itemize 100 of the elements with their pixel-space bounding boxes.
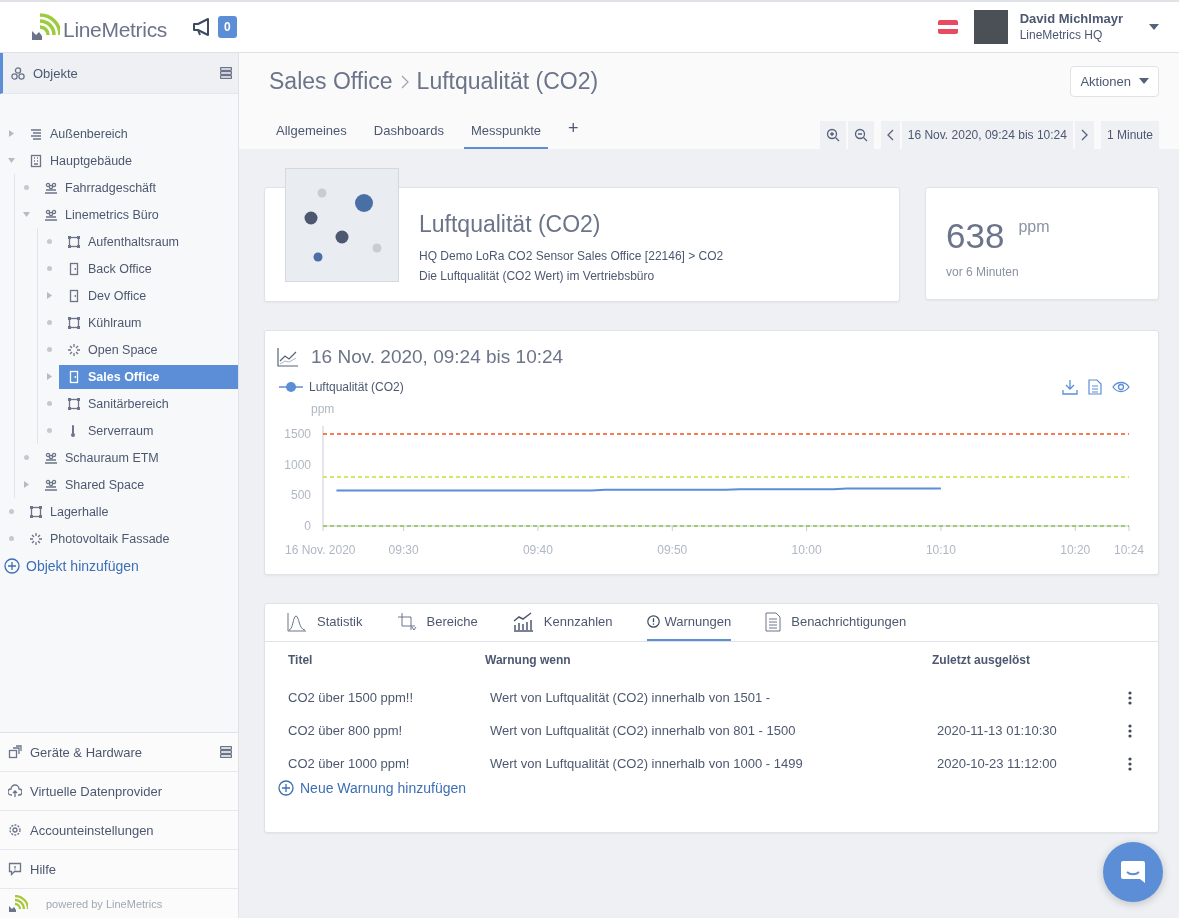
caret-right-icon[interactable] [23,481,30,488]
more-vertical-icon[interactable] [1128,690,1132,705]
axis-title: ppm [311,402,335,416]
column-header: Titel [288,653,314,669]
menu-icon[interactable] [220,67,232,79]
sidebar-nav-item[interactable]: Virtuelle Datenprovider [0,772,238,811]
sensor-source: HQ Demo LoRa CO2 Sensor Sales Office [22146] > CO2 [419,248,724,265]
room-icon [67,315,81,330]
document-icon[interactable] [1088,379,1102,395]
tree-item[interactable]: Lagerhalle [21,499,238,524]
powered-by-text: powered by LineMetrics [46,897,163,910]
y-tick-label: 0 [304,519,311,533]
tab[interactable]: Kennzahlen [511,604,613,641]
tree-item[interactable]: Außenbereich [21,121,238,146]
tab[interactable]: Messpunkte [463,116,549,149]
more-vertical-icon[interactable] [1128,723,1132,738]
flag-icon [937,20,958,34]
plus-circle-icon [4,558,20,574]
y-tick-label: 500 [290,488,311,503]
tab[interactable]: Allgemeines [269,116,354,149]
table-cell-text: Wert von Luftqualität (CO2) innerhalb von 1501 - [489,689,772,707]
user-name: David Michlmayr [1019,11,1123,27]
tab[interactable]: Dashboards [366,116,451,149]
legend-label: Luftqualität (CO2) [309,380,404,394]
table-cell-text: 2020-11-13 01:10:30 [936,722,1058,740]
people-icon [44,450,58,465]
tab[interactable]: Statistik [287,604,363,641]
crop-icon [396,611,417,632]
tree-item[interactable]: Aufenthaltsraum [59,229,238,254]
bar-chart-icon [511,611,534,632]
table-cell-text: CO2 über 800 ppm! [288,722,404,740]
people-icon [44,180,58,195]
caret-down-icon[interactable] [23,211,30,218]
next-button[interactable] [1074,121,1094,149]
tree-item[interactable]: Hauptgebäude [21,148,238,173]
door-icon [67,288,81,303]
zoom-in-button[interactable] [819,121,846,149]
add-object-link[interactable]: Objekt hinzufügen [4,558,238,574]
tree-item[interactable]: Photovoltaik Fassade [21,526,238,551]
sidebar-nav-item[interactable]: Hilfe [0,850,238,889]
tab[interactable]: Warnungen [646,604,732,641]
tree-item[interactable]: Sanitärbereich [59,391,238,416]
caret-right-icon[interactable] [8,130,15,137]
chat-button[interactable] [1103,842,1163,902]
chart-title: 16 Nov. 2020, 09:24 bis 10:24 [311,346,564,368]
room-icon [67,396,81,411]
tree-item[interactable]: Back Office [59,256,238,281]
menu-icon[interactable] [220,746,232,758]
sidebar-section-header[interactable]: Objekte [0,53,238,94]
notification-count-badge: 0 [218,16,237,38]
value-unit: ppm [1018,218,1050,236]
sidebar-nav-item[interactable]: Accounteinstellungen [0,811,238,850]
time-range-button[interactable]: 16 Nov. 2020, 09:24 bis 10:24 [901,121,1073,149]
breadcrumb-link[interactable]: Sales Office [269,67,393,95]
caret-down-icon[interactable] [8,157,15,164]
room-icon [29,504,43,519]
tree-item[interactable]: Linemetrics Büro [36,202,238,227]
tree-item[interactable]: Shared Space [36,472,238,497]
eye-icon[interactable] [1112,381,1130,393]
sidebar-nav-item[interactable]: Geräte & Hardware [0,733,238,772]
sensor-description: Die Luftqualität (CO2 Wert) im Vertriebsbüro [419,268,656,285]
brand-logo-icon [30,13,60,41]
door-icon [67,369,81,384]
actions-dropdown-button[interactable]: Aktionen [1070,65,1159,97]
interval-button[interactable]: 1 Minute [1100,121,1159,149]
x-tick-label: 09:40 [522,543,553,557]
tree-item[interactable]: Kühlraum [59,310,238,335]
legend-item[interactable]: Luftqualität (CO2) [279,380,404,394]
x-tick-label: 10:10 [925,543,956,557]
chevron-right-icon [1080,129,1088,141]
tree-item[interactable]: Open Space [59,337,238,362]
tab[interactable]: Benachrichtigungen [765,604,907,641]
bell-curve-icon [287,611,307,632]
caret-right-icon[interactable] [46,373,53,380]
x-tick-label: 09:50 [657,543,688,557]
previous-button[interactable] [880,121,900,149]
tab[interactable]: Bereiche [396,604,478,641]
devices-icon [8,745,22,759]
tree-item[interactable]: Schauraum ETM [36,445,238,470]
add-warning-link[interactable]: Neue Warnung hinzufügen [278,780,1158,796]
caret-icon[interactable] [1149,24,1159,30]
cubes-icon [11,66,25,80]
zoom-out-icon [853,128,868,142]
table-cell-text: Wert von Luftqualität (CO2) innerhalb von 801 - 1500 [489,722,797,740]
page-title: Luftqualität (CO2) [416,67,599,95]
value-age: vor 6 Minuten [946,265,1020,279]
tree-item[interactable]: Serverraum [59,418,238,443]
document-icon [765,611,782,632]
brand-name: LineMetrics [63,19,168,41]
tree-item[interactable]: Fahrradgeschäft [36,175,238,200]
add-tab-button[interactable]: + [561,116,586,149]
caret-right-icon[interactable] [46,292,53,299]
download-icon[interactable] [1062,379,1078,395]
area-icon [29,126,43,141]
zoom-out-button[interactable] [847,121,874,149]
chevron-left-icon [886,129,894,141]
more-vertical-icon[interactable] [1128,756,1132,771]
tree-item[interactable]: Dev Office [59,283,238,308]
y-tick-label: 1500 [284,427,311,441]
x-tick-label: 16 Nov. 2020 [285,543,356,557]
